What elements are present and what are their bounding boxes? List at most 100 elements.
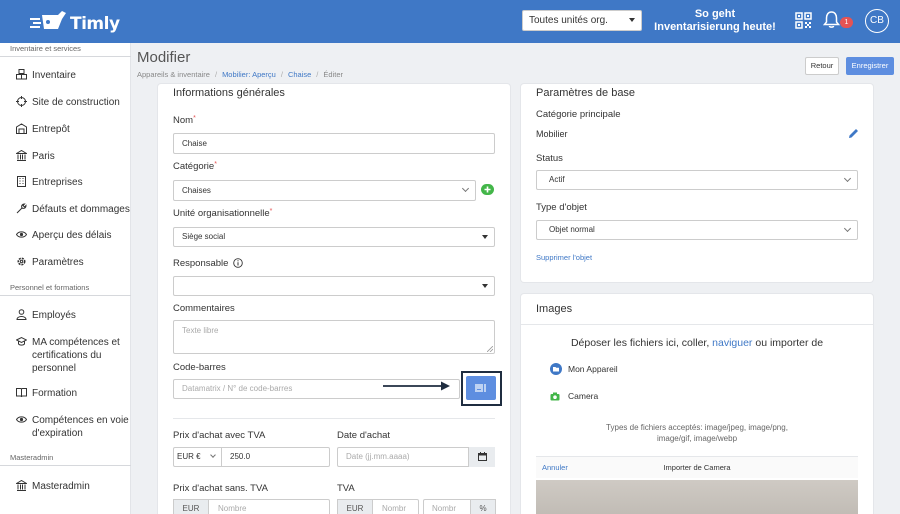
sidebar-item-competences[interactable]: MA compétences et certifications du pers… [0, 336, 131, 375]
delete-object-link[interactable]: Supprimer l'objet [536, 253, 592, 262]
comments-textarea[interactable]: Texte libre [173, 320, 495, 354]
back-button[interactable]: Retour [805, 57, 839, 75]
sidebar-section-inventory: Inventaire et services [0, 44, 131, 57]
bank-icon [16, 150, 27, 161]
status-select[interactable]: Actif [536, 170, 858, 190]
sidebar-item-label: Aperçu des délais [32, 230, 112, 241]
sidebar: Inventaire et services Inventaire Site d… [0, 43, 131, 514]
section-divider [173, 418, 495, 419]
sidebar-item-inventaire[interactable]: Inventaire [0, 69, 131, 82]
add-category-icon[interactable] [481, 184, 494, 195]
sidebar-item-site-construction[interactable]: Site de construction [0, 96, 131, 109]
pencil-icon[interactable] [848, 128, 859, 139]
sidebar-item-formation[interactable]: Formation [0, 387, 131, 400]
calendar-icon [477, 452, 487, 461]
source-camera-label: Camera [568, 391, 599, 401]
promo-line-1: So geht [694, 8, 736, 20]
save-button[interactable]: Enregistrer [846, 57, 894, 75]
vat-percent-placeholder: Nombr [432, 504, 457, 513]
sidebar-item-label: Site de construction [32, 97, 120, 108]
accepted-types-line-2: image/gif, image/webp [656, 434, 738, 443]
source-my-device-label: Mon Appareil [568, 364, 618, 374]
org-unit-select[interactable]: Toutes unités org. [522, 10, 642, 31]
sidebar-item-employes[interactable]: Employés [0, 309, 131, 322]
sidebar-item-apercu-delais[interactable]: Aperçu des délais [0, 229, 131, 242]
qr-code-icon[interactable] [795, 12, 812, 29]
name-input[interactable]: Chaise [173, 133, 495, 154]
source-camera[interactable]: Camera [550, 391, 598, 401]
category-label: Catégorie* [173, 161, 217, 172]
sidebar-item-label: Entrepôt [32, 124, 70, 135]
pointer-arrow-icon [383, 381, 450, 391]
logo-text: Timly [70, 14, 120, 34]
object-type-select[interactable]: Objet normal [536, 220, 858, 240]
price-input[interactable]: 250.0 [230, 448, 250, 466]
breadcrumb-item[interactable]: Chaise [288, 70, 311, 79]
price-net-label: Prix d'achat sans. TVA [173, 483, 268, 494]
book-icon [16, 388, 27, 398]
camera-icon [550, 392, 560, 401]
sidebar-item-label: Masteradmin [32, 481, 90, 492]
sidebar-item-label: Paris [32, 151, 55, 162]
sidebar-section-personnel: Personnel et formations [0, 283, 131, 296]
org-unit-field-select[interactable]: Siège social [173, 227, 495, 247]
basic-params-title: Paramètres de base [536, 87, 636, 99]
sidebar-item-expiration[interactable]: Compétences en voie d'expiration [0, 414, 131, 440]
page-title: Modifier [137, 49, 191, 66]
sidebar-item-paris[interactable]: Paris [0, 150, 131, 163]
vat-amount-placeholder: Nombr [382, 504, 407, 513]
responsible-select[interactable] [173, 276, 495, 296]
images-card: Images Déposer les fichiers ici, coller,… [521, 294, 873, 514]
category-select[interactable]: Chaises [173, 180, 476, 201]
user-icon [16, 309, 27, 320]
responsible-label: Responsable [173, 258, 243, 269]
resize-handle-icon[interactable] [487, 346, 493, 352]
vat-percent-input[interactable]: Nombr [432, 500, 456, 514]
price-net-input[interactable]: Nombre [218, 500, 246, 514]
calendar-button[interactable] [468, 447, 495, 467]
comments-label: Commentaires [173, 303, 235, 314]
name-label-text: Nom [173, 115, 194, 126]
sidebar-item-masteradmin[interactable]: Masteradmin [0, 480, 131, 493]
caret-down-icon [629, 18, 635, 22]
promo-banner[interactable]: So geht Inventarisierung heute! [650, 8, 780, 34]
user-avatar[interactable]: CB [865, 9, 889, 33]
bell-icon[interactable] [823, 10, 840, 29]
timly-logo[interactable]: Timly [28, 7, 120, 37]
vat-percent-group: Nombr % [423, 499, 496, 514]
sidebar-item-defauts[interactable]: Défauts et dommages [0, 203, 131, 216]
caret-down-icon [482, 284, 488, 288]
vat-label: TVA [337, 483, 355, 494]
building-icon [17, 176, 26, 187]
camera-panel-header: Annuler Importer de Camera [536, 456, 858, 478]
purchase-date-label: Date d'achat [337, 430, 391, 441]
currency-select[interactable]: EUR € [174, 448, 222, 466]
source-my-device[interactable]: Mon Appareil [550, 363, 618, 375]
browse-link[interactable]: naviguer [712, 337, 752, 349]
sidebar-item-label: Compétences en voie d'expiration [32, 415, 129, 439]
vat-amount-input[interactable]: Nombr [382, 500, 406, 514]
sidebar-item-entrepot[interactable]: Entrepôt [0, 123, 131, 136]
sidebar-item-parametres[interactable]: Paramètres [0, 256, 131, 269]
card-divider [521, 324, 873, 325]
main-category-label: Catégorie principale [536, 109, 621, 120]
object-type-label: Type d'objet [536, 202, 587, 213]
breadcrumb-separator: / [316, 70, 319, 79]
scan-barcode-button[interactable] [466, 376, 496, 400]
general-info-card: Informations générales Nom* Chaise Catég… [158, 84, 510, 514]
purchase-date-placeholder: Date (jj.mm.aaaa) [346, 452, 410, 461]
org-unit-select-value: Toutes unités org. [529, 15, 608, 26]
info-icon[interactable] [233, 258, 243, 268]
accepted-types-line-1: Types de fichiers acceptés: image/jpeg, … [606, 423, 788, 432]
dropzone-text-after: ou importer de [752, 337, 824, 349]
sidebar-item-entreprises[interactable]: Entreprises [0, 176, 131, 189]
required-asterisk: * [269, 208, 273, 215]
chevron-down-icon [843, 174, 852, 183]
breadcrumb-separator: / [280, 70, 283, 79]
breadcrumb-item[interactable]: Mobilier: Aperçu [222, 70, 276, 79]
purchase-date-input[interactable]: Date (jj.mm.aaaa) [338, 448, 468, 466]
eye-icon [16, 416, 27, 423]
breadcrumb-item[interactable]: Appareils & inventaire [137, 70, 210, 79]
name-label: Nom* [173, 115, 196, 126]
price-net-group: EUR Nombre [173, 499, 330, 514]
